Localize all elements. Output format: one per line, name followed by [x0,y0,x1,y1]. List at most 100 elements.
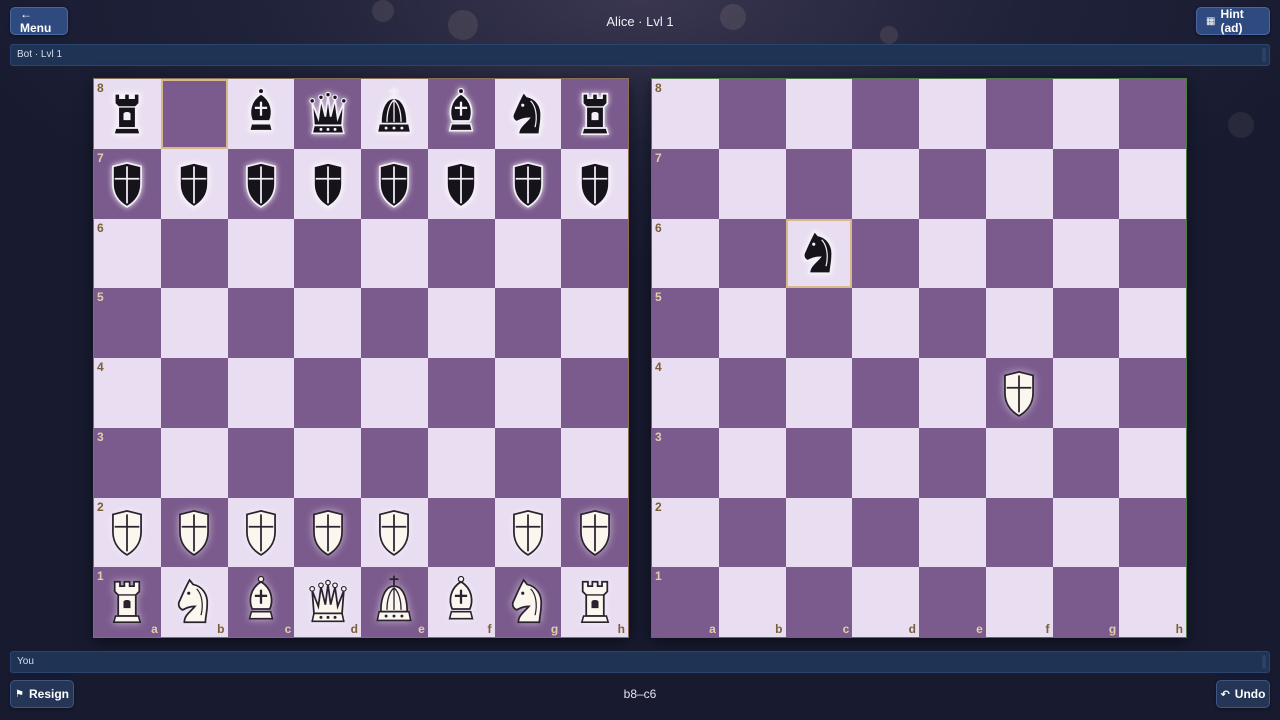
square-b3[interactable] [160,427,228,498]
square-a7[interactable]: 7 [94,148,161,219]
square-a2[interactable]: 2 [652,497,719,568]
square-e6[interactable] [919,218,986,289]
white-king-icon[interactable] [371,573,417,631]
square-b6[interactable] [718,218,786,289]
black-pawn-icon[interactable] [572,155,618,213]
square-a4[interactable]: 4 [94,358,161,428]
square-c5[interactable] [227,288,295,358]
square-a3[interactable]: 3 [652,427,719,498]
square-e5[interactable] [361,288,428,358]
square-f6[interactable] [985,218,1053,289]
square-a1[interactable]: 1a [94,567,161,637]
square-d2[interactable] [294,497,361,568]
square-a8[interactable]: 8 [94,79,161,149]
white-pawn-icon[interactable] [505,503,551,561]
square-d8[interactable] [294,79,361,149]
square-f3[interactable] [427,427,495,498]
white-pawn-icon[interactable] [996,364,1042,422]
square-g3[interactable] [494,427,562,498]
square-f8[interactable] [985,79,1053,149]
square-f5[interactable] [985,288,1053,358]
square-d5[interactable] [852,288,919,358]
square-a7[interactable]: 7 [652,148,719,219]
white-queen-icon[interactable] [305,573,351,631]
square-b3[interactable] [718,427,786,498]
square-f4[interactable] [985,358,1053,428]
square-e8[interactable] [919,79,986,149]
square-f2[interactable] [985,497,1053,568]
square-h3[interactable] [561,427,628,498]
square-e1[interactable]: e [361,567,428,637]
square-d5[interactable] [294,288,361,358]
black-rook-icon[interactable] [572,85,618,143]
square-d3[interactable] [852,427,919,498]
square-b2[interactable] [160,497,228,568]
square-d6[interactable] [294,218,361,289]
white-knight-icon[interactable] [505,573,551,631]
black-knight-icon[interactable] [796,224,842,282]
white-pawn-icon[interactable] [572,503,618,561]
square-h7[interactable] [1119,148,1186,219]
square-h6[interactable] [1119,218,1186,289]
square-g4[interactable] [1052,358,1120,428]
square-g8[interactable] [1052,79,1120,149]
square-g7[interactable] [1052,148,1120,219]
square-h5[interactable] [561,288,628,358]
square-d6[interactable] [852,218,919,289]
black-bishop-icon[interactable] [438,85,484,143]
square-g1[interactable]: g [1052,567,1120,637]
square-g5[interactable] [1052,288,1120,358]
white-bishop-icon[interactable] [438,573,484,631]
square-f7[interactable] [427,148,495,219]
white-rook-icon[interactable] [104,573,150,631]
square-d1[interactable]: d [852,567,919,637]
square-a3[interactable]: 3 [94,427,161,498]
square-g3[interactable] [1052,427,1120,498]
white-pawn-icon[interactable] [238,503,284,561]
undo-button[interactable]: ↶ Undo [1216,680,1270,708]
square-c6[interactable] [227,218,295,289]
square-c3[interactable] [785,427,853,498]
square-b4[interactable] [718,358,786,428]
square-c8[interactable] [785,79,853,149]
square-g7[interactable] [494,148,562,219]
square-b6[interactable] [160,218,228,289]
square-g2[interactable] [1052,497,1120,568]
square-b8[interactable] [718,79,786,149]
square-a5[interactable]: 5 [94,288,161,358]
square-h8[interactable] [561,79,628,149]
square-c2[interactable] [785,497,853,568]
white-pawn-icon[interactable] [305,503,351,561]
square-c7[interactable] [785,148,853,219]
square-b5[interactable] [160,288,228,358]
square-e2[interactable] [919,497,986,568]
black-knight-icon[interactable] [505,85,551,143]
square-a4[interactable]: 4 [652,358,719,428]
white-rook-icon[interactable] [572,573,618,631]
square-e3[interactable] [919,427,986,498]
square-e6[interactable] [361,218,428,289]
square-h5[interactable] [1119,288,1186,358]
square-h2[interactable] [561,497,628,568]
square-h7[interactable] [561,148,628,219]
white-bishop-icon[interactable] [238,573,284,631]
black-pawn-icon[interactable] [104,155,150,213]
square-f2[interactable] [427,497,495,568]
square-d7[interactable] [294,148,361,219]
square-f1[interactable]: f [985,567,1053,637]
square-g1[interactable]: g [494,567,562,637]
square-c3[interactable] [227,427,295,498]
square-a1[interactable]: 1a [652,567,719,637]
square-e8[interactable] [361,79,428,149]
square-d3[interactable] [294,427,361,498]
square-b7[interactable] [160,148,228,219]
white-knight-icon[interactable] [171,573,217,631]
black-queen-icon[interactable] [305,85,351,143]
square-c4[interactable] [227,358,295,428]
square-g6[interactable] [494,218,562,289]
white-pawn-icon[interactable] [371,503,417,561]
square-c4[interactable] [785,358,853,428]
black-pawn-icon[interactable] [238,155,284,213]
square-b1[interactable]: b [160,567,228,637]
square-e2[interactable] [361,497,428,568]
